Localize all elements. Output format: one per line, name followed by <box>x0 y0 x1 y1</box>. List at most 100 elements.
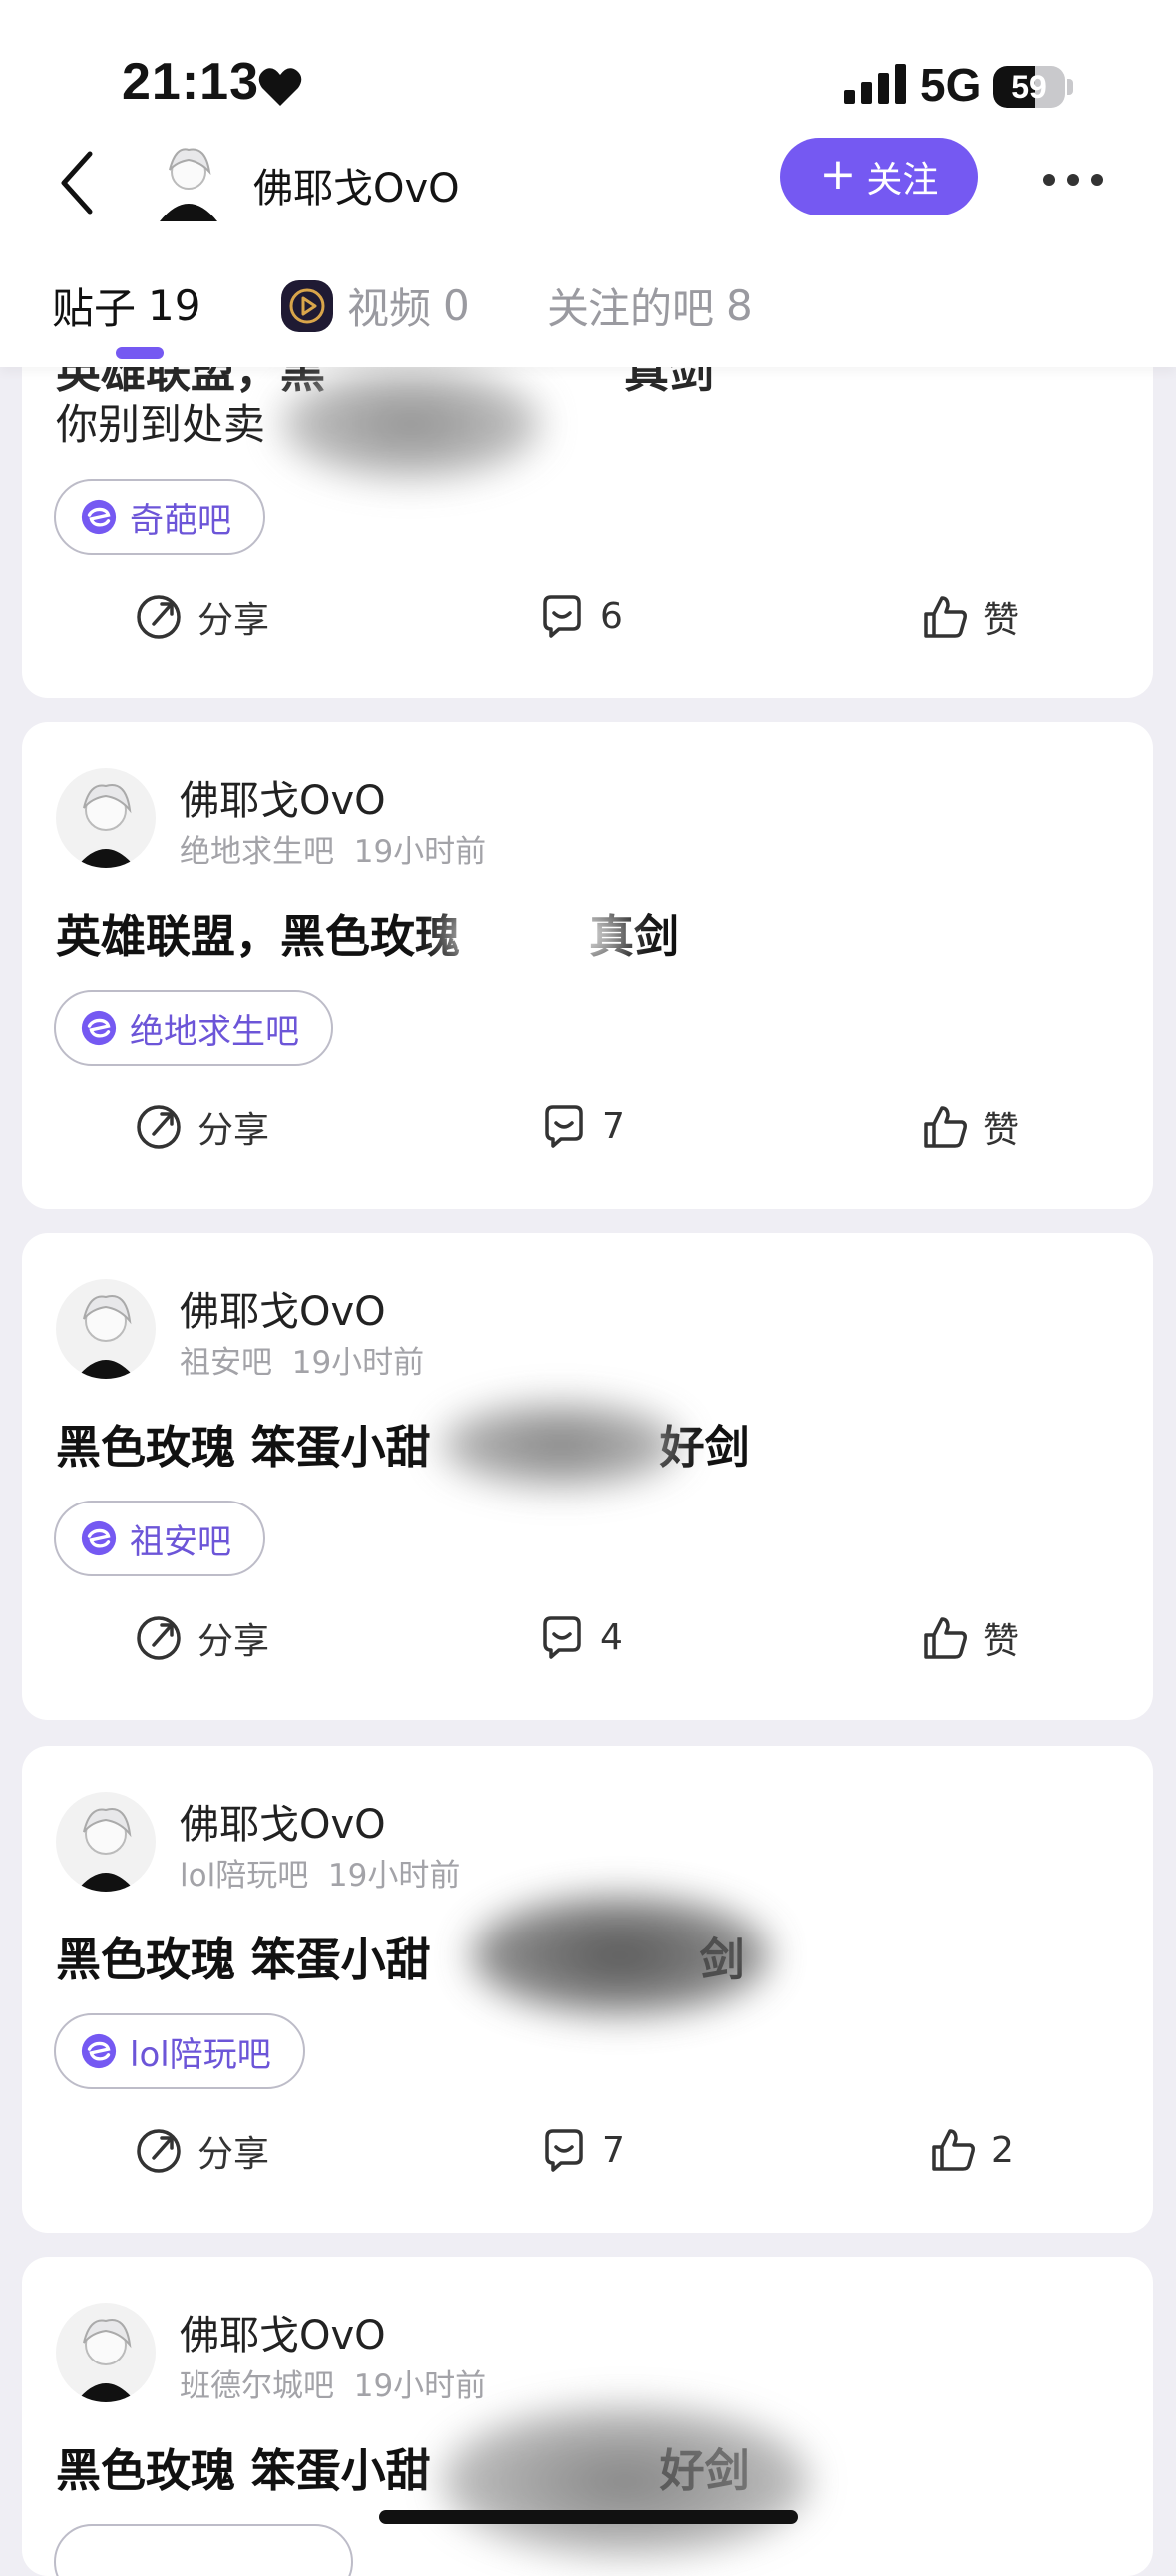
post-title-end: 好剑 <box>659 2444 750 2497</box>
post-forum-name: 祖安吧 <box>180 1345 272 1381</box>
forum-tag-label: 绝地求生吧 <box>130 1011 299 1052</box>
post-title-end: 剑 <box>699 1933 745 1986</box>
post-meta: lol陪玩吧 19小时前 <box>180 1850 460 1895</box>
forum-tag[interactable]: 祖安吧 <box>54 1501 265 1576</box>
plus-icon: + <box>819 149 857 200</box>
share-button[interactable]: 分享 <box>134 1612 269 1664</box>
forum-tag-label: 奇葩吧 <box>130 500 231 541</box>
active-tab-indicator <box>116 347 164 359</box>
post-meta: 祖安吧 19小时前 <box>180 1337 424 1382</box>
thumbs-up-icon <box>932 2129 975 2171</box>
post-title: 黑色玫瑰 笨蛋小甜 好剑 <box>56 1411 750 1476</box>
post-body: 你别到处卖 <box>56 400 266 449</box>
comment-icon <box>543 595 581 638</box>
post-author[interactable]: 佛耶戈OvO <box>180 2303 386 2361</box>
share-icon <box>137 2129 181 2173</box>
thumbs-up-icon <box>924 596 967 638</box>
share-label: 分享 <box>197 1621 270 1662</box>
share-label: 分享 <box>197 600 270 641</box>
status-time: 21:13 <box>122 53 259 111</box>
post-card[interactable]: 佛耶戈OvO lol陪玩吧 19小时前 黑色玫瑰 笨蛋小甜 剑 lol陪玩吧 分享… <box>22 1746 1153 2233</box>
post-title: 黑色玫瑰 笨蛋小甜 剑 <box>56 1924 745 1988</box>
post-title-end: 真剑 <box>589 910 680 963</box>
share-label: 分享 <box>197 1110 270 1151</box>
post-time: 19小时前 <box>327 1858 461 1894</box>
post-time: 19小时前 <box>353 834 487 870</box>
like-button[interactable]: 赞 <box>920 1101 1019 1153</box>
tab-label: 关注的吧 <box>547 284 715 333</box>
post-time: 19小时前 <box>353 2368 487 2404</box>
thumbs-up-icon <box>924 1617 967 1659</box>
avatar <box>56 1279 156 1379</box>
thumbs-up-icon <box>924 1106 967 1148</box>
network-type: 5G <box>920 59 981 111</box>
follow-label: 关注 <box>866 160 939 201</box>
top-bar: 21:13 5G 59 佛耶戈OvO + 关注 贴子 19 视频 0 关注的吧 8 <box>0 0 1176 367</box>
comment-count: 7 <box>602 2129 625 2171</box>
post-title-start: 英雄联盟，黑色玫瑰 <box>56 910 461 963</box>
tab-label: 视频 <box>347 284 432 333</box>
forum-tag-label: lol陪玩吧 <box>130 2034 271 2075</box>
post-author[interactable]: 佛耶戈OvO <box>180 1792 386 1850</box>
share-icon <box>137 595 181 639</box>
like-count: 2 <box>991 2129 1014 2171</box>
forum-tag[interactable]: 奇葩吧 <box>54 479 265 555</box>
comment-button[interactable]: 7 <box>539 2125 625 2175</box>
forum-icon <box>81 499 117 535</box>
like-button[interactable]: 赞 <box>920 591 1019 643</box>
tab-count: 0 <box>443 281 470 330</box>
post-title: 黑色玫瑰 笨蛋小甜 好剑 <box>56 2434 750 2499</box>
forum-tag-label: 祖安吧 <box>130 1521 231 1562</box>
share-label: 分享 <box>197 2134 270 2175</box>
forum-tag[interactable]: lol陪玩吧 <box>54 2013 305 2089</box>
profile-username: 佛耶戈OvO <box>253 166 460 212</box>
comment-count: 4 <box>600 1616 623 1658</box>
like-button[interactable]: 赞 <box>920 1612 1019 1664</box>
tab-followed-forums[interactable]: 关注的吧 8 <box>547 275 753 336</box>
comment-button[interactable]: 6 <box>537 591 623 641</box>
share-button[interactable]: 分享 <box>134 2125 269 2177</box>
post-title-start: 黑色玫瑰 笨蛋小甜 <box>56 2444 431 2497</box>
avatar[interactable] <box>146 136 231 221</box>
post-title-start: 黑色玫瑰 笨蛋小甜 <box>56 1933 431 1986</box>
post-forum-name: 绝地求生吧 <box>180 834 334 870</box>
tab-count: 8 <box>726 281 753 330</box>
video-icon <box>281 279 333 332</box>
forum-tag[interactable]: 绝地求生吧 <box>54 990 333 1066</box>
forum-tag[interactable] <box>54 2524 353 2576</box>
forum-icon <box>81 1520 117 1556</box>
like-count: 赞 <box>983 600 1020 641</box>
avatar <box>56 768 156 868</box>
tab-videos[interactable]: 视频 0 <box>279 275 470 336</box>
tab-count: 19 <box>148 281 201 330</box>
home-indicator <box>379 2510 798 2524</box>
more-options-icon[interactable] <box>1041 170 1105 190</box>
tab-label: 贴子 <box>52 284 137 333</box>
post-card[interactable]: 佛耶戈OvO 祖安吧 19小时前 黑色玫瑰 笨蛋小甜 好剑 祖安吧 分享 4 赞 <box>22 1233 1153 1720</box>
post-forum-name: lol陪玩吧 <box>180 1858 309 1894</box>
share-icon <box>137 1616 181 1660</box>
post-time: 19小时前 <box>291 1345 425 1381</box>
like-button[interactable]: 2 <box>928 2125 1014 2175</box>
post-meta: 班德尔城吧 19小时前 <box>180 2361 486 2405</box>
post-card[interactable]: 佛耶戈OvO 班德尔城吧 19小时前 黑色玫瑰 笨蛋小甜 好剑 <box>22 2257 1153 2576</box>
post-title-start: 黑色玫瑰 笨蛋小甜 <box>56 1421 431 1474</box>
battery-indicator: 59 <box>993 66 1073 108</box>
comment-button[interactable]: 4 <box>537 1612 623 1662</box>
post-author[interactable]: 佛耶戈OvO <box>180 768 386 826</box>
post-author[interactable]: 佛耶戈OvO <box>180 1279 386 1337</box>
follow-button[interactable]: + 关注 <box>780 138 978 215</box>
tab-posts[interactable]: 贴子 19 <box>52 275 200 336</box>
comment-button[interactable]: 7 <box>539 1101 625 1151</box>
back-arrow-icon[interactable] <box>52 148 102 217</box>
post-meta: 绝地求生吧 19小时前 <box>180 826 486 871</box>
heart-icon <box>258 68 302 106</box>
post-card[interactable]: 佛耶戈OvO 绝地求生吧 19小时前 英雄联盟，黑色玫瑰 真剑 绝地求生吧 分享 … <box>22 722 1153 1209</box>
post-title: 英雄联盟，黑色玫瑰 真剑 <box>56 900 679 965</box>
share-button[interactable]: 分享 <box>134 1101 269 1153</box>
forum-icon <box>81 1010 117 1046</box>
comment-icon <box>545 1105 583 1148</box>
share-button[interactable]: 分享 <box>134 591 269 643</box>
like-count: 赞 <box>983 1110 1020 1151</box>
comment-count: 6 <box>600 595 623 637</box>
